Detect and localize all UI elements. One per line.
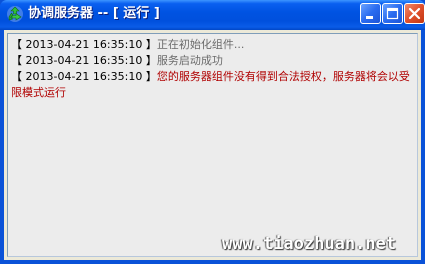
recycle-arrows-icon[interactable] xyxy=(6,5,24,23)
log-entry: 【 2013-04-21 16:35:10 】正在初始化组件... xyxy=(11,37,414,53)
close-icon xyxy=(408,7,421,20)
log-message: 正在初始化组件... xyxy=(156,38,245,51)
timestamp-close-bracket: 】 xyxy=(145,70,157,83)
watermark-text: www.tiaozhuan.net xyxy=(222,234,396,254)
window-title: 协调服务器 -- [ 运行 ] xyxy=(28,6,160,21)
minimize-icon xyxy=(366,16,373,19)
log-entry: 【 2013-04-21 16:35:10 】服务启动成功 xyxy=(11,53,414,69)
log-message: 服务启动成功 xyxy=(156,54,223,67)
log-entry: 【 2013-04-21 16:35:10 】您的服务器组件没有得到合法授权，服… xyxy=(11,69,414,101)
log-output[interactable]: 【 2013-04-21 16:35:10 】正在初始化组件... 【 2013… xyxy=(7,33,418,257)
minimize-button[interactable] xyxy=(360,3,381,24)
timestamp-close-bracket: 】 xyxy=(145,54,157,67)
title-bar[interactable]: 协调服务器 -- [ 运行 ] xyxy=(0,0,425,30)
maximize-button[interactable] xyxy=(382,3,403,24)
timestamp-open-bracket: 【 xyxy=(11,38,22,51)
timestamp-open-bracket: 【 xyxy=(11,54,22,67)
log-timestamp: 2013-04-21 16:35:10 xyxy=(25,38,143,51)
close-button[interactable] xyxy=(404,3,425,24)
log-timestamp: 2013-04-21 16:35:10 xyxy=(25,70,143,83)
maximize-icon xyxy=(386,7,399,20)
timestamp-close-bracket: 】 xyxy=(145,38,157,51)
client-area: 【 2013-04-21 16:35:10 】正在初始化组件... 【 2013… xyxy=(4,30,421,260)
app-window: 协调服务器 -- [ 运行 ] 【 2013-04-21 16:35:10 】正… xyxy=(0,0,425,264)
log-timestamp: 2013-04-21 16:35:10 xyxy=(25,54,143,67)
timestamp-open-bracket: 【 xyxy=(11,70,22,83)
